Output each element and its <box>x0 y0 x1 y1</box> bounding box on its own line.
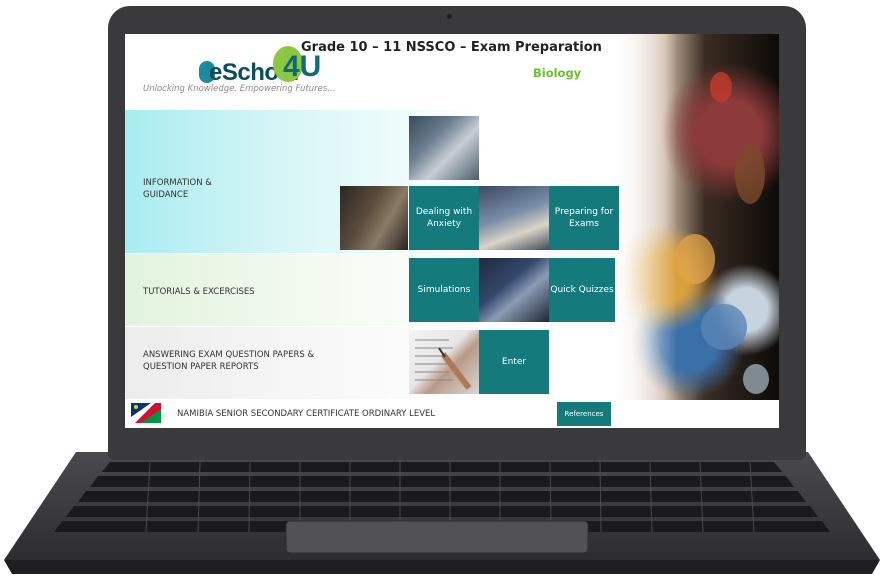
laptop-camera-icon <box>447 14 452 19</box>
footer-text: NAMIBIA SENIOR SECONDARY CERTIFICATE ORD… <box>177 409 436 419</box>
laptop-screen: eSchool 4U Unlocking Knowledge. Empoweri… <box>125 34 779 428</box>
dealing-with-anxiety-tile[interactable]: Dealing with Anxiety <box>409 186 479 250</box>
students-uniform-photo <box>479 258 549 322</box>
eschool4u-logo: eSchool 4U <box>161 42 321 88</box>
simulations-tile[interactable]: Simulations <box>409 258 479 322</box>
information-guidance-label[interactable]: INFORMATION & GUIDANCE <box>143 177 212 201</box>
preparing-for-exams-tile[interactable]: Preparing for Exams <box>549 186 619 250</box>
page-title: Grade 10 – 11 NSSCO – Exam Preparation <box>301 40 602 55</box>
subject-label: Biology <box>533 66 582 80</box>
students-studying-photo <box>479 186 549 250</box>
enter-tile[interactable]: Enter <box>479 330 549 394</box>
namibia-flag-icon <box>131 403 161 423</box>
tagline: Unlocking Knowledge. Empowering Futures.… <box>143 84 336 94</box>
tutorials-exercises-label[interactable]: TUTORIALS & EXCERCISES <box>143 286 255 298</box>
answering-papers-label[interactable]: ANSWERING EXAM QUESTION PAPERS & QUESTIO… <box>143 349 314 373</box>
quick-quizzes-tile[interactable]: Quick Quizzes <box>549 258 615 322</box>
study-desk-photo <box>409 116 479 180</box>
exam-paper-photo <box>409 330 479 394</box>
classroom-photo <box>340 186 408 250</box>
footer-bar: NAMIBIA SENIOR SECONDARY CERTIFICATE ORD… <box>125 400 779 428</box>
references-button[interactable]: References <box>557 402 611 426</box>
